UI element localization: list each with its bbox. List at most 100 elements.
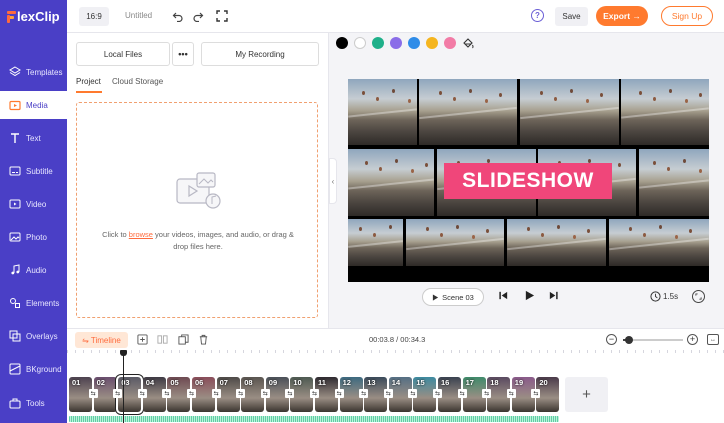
photo-tile — [609, 219, 709, 266]
save-button[interactable]: Save — [555, 7, 588, 26]
my-recording-button[interactable]: My Recording — [201, 42, 319, 66]
transition-icon[interactable]: ⇆ — [236, 389, 246, 398]
color-swatch[interactable] — [408, 37, 420, 49]
color-swatch[interactable] — [336, 37, 348, 49]
previous-scene-icon[interactable] — [498, 290, 509, 303]
photo-tile — [639, 149, 709, 216]
zoom-slider[interactable] — [623, 336, 683, 344]
next-scene-icon[interactable] — [548, 290, 559, 303]
transition-icon[interactable]: ⇆ — [531, 389, 541, 398]
transition-icon[interactable]: ⇆ — [162, 389, 172, 398]
scene-selector-button[interactable]: Scene 03 — [422, 288, 484, 306]
sidebar-item-video[interactable]: Video — [0, 190, 67, 218]
transition-icon[interactable]: ⇆ — [88, 389, 98, 398]
aspect-ratio-button[interactable]: 16:9 — [79, 7, 109, 26]
timeline-tracks: 01 02 ⇆ 03 ⇆ 04 ⇆ 05 ⇆ 06 ⇆ 07 ⇆ 08 ⇆ 09 ⇆ 10 ⇆ 11 ⇆ 12 ⇆ 13 ⇆ 14… — [67, 350, 724, 423]
sidebar-item-label: Text — [26, 133, 41, 143]
undo-icon[interactable] — [171, 9, 185, 23]
transition-icon[interactable]: ⇆ — [260, 389, 270, 398]
redo-icon[interactable] — [191, 9, 205, 23]
timeline-icon: ⇋ — [82, 335, 89, 345]
clip-number: 07 — [219, 378, 228, 387]
slideshow-title-text[interactable]: SLIDESHOW — [444, 163, 612, 199]
play-icon[interactable] — [524, 290, 535, 303]
upload-dropzone[interactable]: Click to browse your videos, images, and… — [76, 102, 318, 318]
zoom-in-button[interactable]: + — [687, 334, 698, 345]
color-swatch[interactable] — [444, 37, 456, 49]
sign-up-button[interactable]: Sign Up — [661, 6, 713, 26]
add-clip-button[interactable]: + — [565, 377, 608, 412]
photo-tile — [348, 149, 434, 216]
sidebar-item-photo[interactable]: Photo — [0, 223, 67, 251]
logo-text: lexClip — [17, 9, 60, 24]
collapse-panel-handle[interactable]: ‹ — [329, 158, 337, 204]
sidebar-item-subtitle[interactable]: Subtitle — [0, 157, 67, 185]
clip-number: 09 — [268, 378, 278, 387]
color-swatch[interactable] — [390, 37, 402, 49]
sidebar-item-text[interactable]: Text — [0, 124, 67, 152]
clip-number: 12 — [342, 378, 351, 387]
sidebar-item-audio[interactable]: Audio — [0, 256, 67, 284]
clip-number: 05 — [170, 378, 179, 387]
player-controls: Scene 03 1.5s — [348, 284, 709, 310]
clip-number: 08 — [244, 378, 253, 387]
fullscreen-icon[interactable] — [215, 9, 229, 23]
play-small-icon — [433, 293, 439, 301]
delete-icon[interactable] — [198, 334, 209, 345]
duplicate-icon[interactable] — [178, 334, 189, 345]
transition-icon[interactable]: ⇆ — [359, 389, 369, 398]
timeline-label: Timeline — [90, 335, 121, 345]
sidebar-item-elements[interactable]: Elements — [0, 289, 67, 317]
transition-icon[interactable]: ⇆ — [113, 389, 123, 398]
fit-screen-icon[interactable] — [692, 290, 705, 303]
scene-label: Scene 03 — [442, 292, 474, 302]
fit-timeline-icon[interactable]: ↔ — [707, 334, 719, 345]
transition-icon[interactable]: ⇆ — [334, 389, 344, 398]
transition-icon[interactable]: ⇆ — [137, 389, 147, 398]
transition-icon[interactable]: ⇆ — [383, 389, 393, 398]
transition-icon[interactable]: ⇆ — [211, 389, 221, 398]
transition-icon[interactable]: ⇆ — [187, 389, 196, 398]
transition-icon[interactable]: ⇆ — [506, 389, 516, 398]
help-icon[interactable]: ? — [531, 9, 544, 22]
music-note-icon — [9, 264, 21, 276]
transition-icon[interactable]: ⇆ — [408, 389, 418, 398]
transition-icon[interactable]: ⇆ — [433, 389, 442, 398]
export-button[interactable]: Export → — [596, 6, 648, 26]
tab-project[interactable]: Project — [76, 77, 101, 86]
flexclip-logo[interactable]: lexClip — [7, 9, 60, 24]
paint-bucket-icon[interactable] — [462, 37, 474, 49]
browse-link[interactable]: browse — [129, 230, 153, 239]
split-icon[interactable] — [157, 334, 168, 345]
clip-number: 19 — [514, 378, 524, 387]
local-files-button[interactable]: Local Files — [76, 42, 170, 66]
sidebar-item-tools[interactable]: Tools — [0, 389, 67, 417]
timeline-ruler[interactable] — [67, 350, 724, 362]
playhead[interactable] — [120, 350, 127, 423]
color-swatch[interactable] — [354, 37, 366, 49]
tab-cloud-storage[interactable]: Cloud Storage — [112, 77, 163, 86]
toolbox-icon — [9, 397, 21, 409]
transition-icon[interactable]: ⇆ — [310, 389, 319, 398]
scene-duration[interactable]: 1.5s — [650, 291, 678, 302]
sidebar-item-templates[interactable]: Templates — [0, 58, 67, 86]
sidebar-item-media[interactable]: Media — [0, 91, 67, 119]
clip-number: 13 — [367, 378, 376, 387]
add-scene-icon[interactable] — [137, 334, 148, 345]
timeline-tab[interactable]: ⇋ Timeline — [75, 332, 128, 348]
transition-icon[interactable]: ⇆ — [482, 389, 492, 398]
zoom-slider-handle[interactable] — [625, 336, 633, 344]
sidebar-item-label: Photo — [26, 232, 47, 242]
color-swatch[interactable] — [426, 37, 438, 49]
clip-number: 17 — [465, 378, 474, 387]
more-options-button[interactable]: ••• — [172, 42, 194, 66]
sidebar-item-overlays[interactable]: Overlays — [0, 322, 67, 350]
photo-icon — [9, 231, 21, 243]
transition-icon[interactable]: ⇆ — [457, 389, 467, 398]
transition-icon[interactable]: ⇆ — [285, 389, 295, 398]
color-swatch[interactable] — [372, 37, 384, 49]
audio-waveform-track[interactable] — [69, 416, 559, 422]
project-title[interactable]: Untitled — [125, 11, 152, 20]
sidebar-item-bkground[interactable]: BKground — [0, 355, 67, 383]
zoom-out-button[interactable]: − — [606, 334, 617, 345]
